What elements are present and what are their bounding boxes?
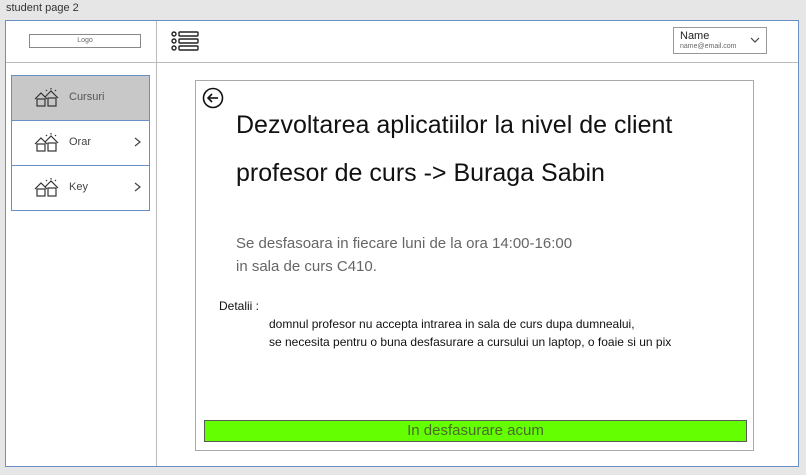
details-line: domnul profesor nu accepta intrarea in s… [269,317,635,331]
chevron-right-icon [134,182,141,192]
schedule-line: Se desfasoara in fiecare luni de la ora … [236,235,573,252]
status-banner: In desfasurare acum [204,420,747,442]
course-title: Dezvoltarea aplicatiilor la nivel de cli… [236,111,673,139]
chevron-right-icon [134,137,141,147]
details-label: Detalii : [219,299,260,313]
user-dropdown[interactable]: Name name@email.com [673,27,767,54]
schedule-line: in sala de curs C410. [236,258,377,275]
sidebar-nav: Cursuri Orar Key [11,75,150,211]
app-frame: Logo Name name@email.com Cursuri Orar Ke… [5,20,799,467]
sidebar-item-cursuri[interactable]: Cursuri [12,76,149,121]
user-email: name@email.com [680,43,737,50]
logo[interactable]: Logo [29,34,141,48]
back-arrow-icon[interactable] [202,87,224,109]
sidebar-item-label: Cursuri [69,91,105,103]
chevron-down-icon [750,37,760,43]
course-professor: profesor de curs -> Buraga Sabin [236,159,605,187]
details-line: se necesita pentru o buna desfasurare a … [269,335,672,349]
house-icon [34,178,59,197]
house-icon [34,133,59,152]
sidebar-item-key[interactable]: Key [12,166,149,210]
house-icon [34,88,59,107]
list-menu-icon[interactable] [171,31,199,51]
user-name: Name [680,30,710,42]
course-card: Dezvoltarea aplicatiilor la nivel de cli… [195,80,754,451]
sidebar-item-label: Key [69,181,88,193]
page-title: student page 2 [6,2,79,14]
logo-area: Logo [6,21,157,62]
sidebar-item-orar[interactable]: Orar [12,121,149,166]
sidebar: Cursuri Orar Key [6,63,157,466]
header: Logo Name name@email.com [6,21,798,63]
sidebar-item-label: Orar [69,136,91,148]
